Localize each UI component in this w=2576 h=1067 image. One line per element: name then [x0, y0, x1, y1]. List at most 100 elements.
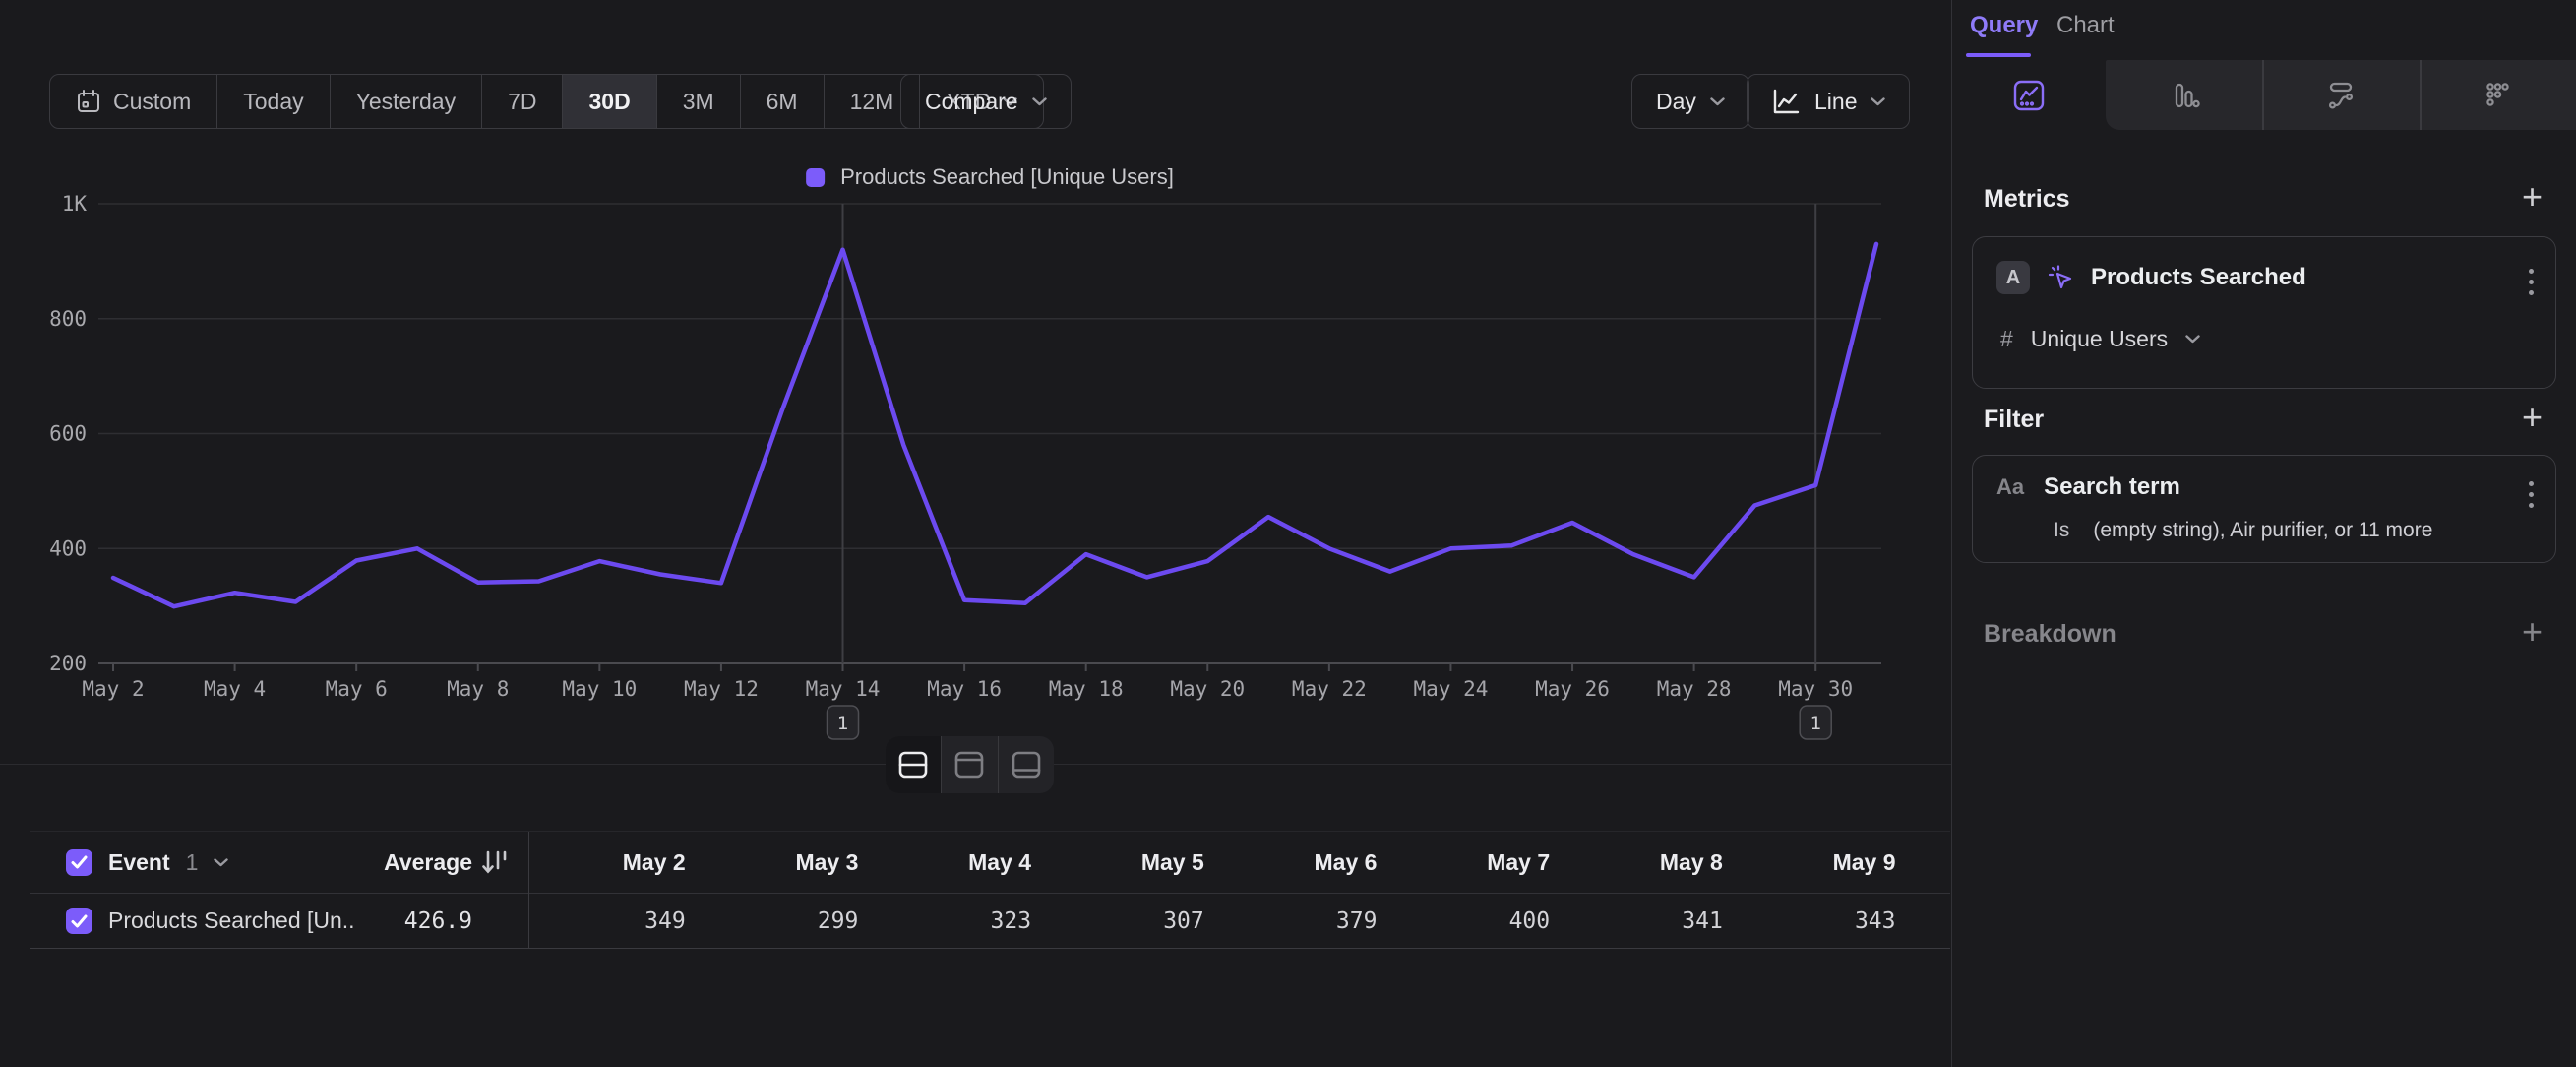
event-cursor-icon: [2046, 263, 2075, 292]
column-header[interactable]: May 4: [874, 849, 1047, 876]
select-all-checkbox[interactable]: [66, 849, 92, 876]
chevron-down-icon: [1032, 97, 1047, 106]
sort-descending-icon: [480, 848, 510, 876]
chevron-down-icon: [2185, 335, 2200, 344]
active-tab-underline: [1966, 53, 2031, 57]
svg-text:May 8: May 8: [447, 677, 509, 701]
column-header[interactable]: May 8: [1565, 849, 1739, 876]
view-tab-retention[interactable]: [2438, 60, 2556, 130]
svg-text:May 24: May 24: [1414, 677, 1489, 701]
flows-icon: [2323, 78, 2359, 113]
date-range-custom[interactable]: Custom: [50, 75, 217, 128]
hash-icon: #: [2000, 326, 2013, 352]
granularity-label: Day: [1656, 89, 1696, 115]
svg-text:1: 1: [1809, 713, 1820, 734]
legend-label: Products Searched [Unique Users]: [840, 164, 1174, 190]
sort-control[interactable]: [472, 848, 528, 876]
svg-text:May 12: May 12: [684, 677, 759, 701]
results-table: Event 1 Average May 2May 3May 4May 5May …: [30, 831, 1950, 949]
layout-split-button[interactable]: [886, 736, 942, 793]
svg-text:1K: 1K: [62, 192, 88, 216]
add-filter-button[interactable]: +: [2522, 400, 2543, 435]
compare-label: Compare: [925, 89, 1018, 115]
main-area: CustomTodayYesterday7D30D3M6M12MXTD Comp…: [0, 0, 1951, 1067]
add-breakdown-button[interactable]: +: [2522, 614, 2543, 650]
date-range-control: CustomTodayYesterday7D30D3M6M12MXTD: [49, 74, 1044, 129]
metrics-heading: Metrics: [1984, 185, 2070, 214]
chevron-down-icon[interactable]: [214, 858, 228, 867]
metric-card[interactable]: A Products Searched # Unique Users: [1972, 236, 2556, 389]
date-range-3m[interactable]: 3M: [657, 75, 741, 128]
svg-text:May 28: May 28: [1657, 677, 1732, 701]
layout-top-panel-icon: [951, 749, 987, 781]
date-range-yesterday[interactable]: Yesterday: [331, 75, 482, 128]
filter-card[interactable]: Aa Search term Is (empty string), Air pu…: [1972, 455, 2556, 563]
breakdown-heading: Breakdown: [1984, 620, 2116, 649]
toolbar: CustomTodayYesterday7D30D3M6M12MXTD Comp…: [0, 74, 1951, 129]
series-line[interactable]: [113, 244, 1876, 606]
table-header-row: Event 1 Average May 2May 3May 4May 5May …: [30, 832, 1950, 894]
layout-bottom-panel-icon: [1009, 749, 1044, 781]
metric-letter-badge: A: [1996, 261, 2030, 294]
table-value-cell: 299: [702, 909, 875, 934]
filter-property-name: Search term: [2044, 473, 2180, 501]
line-chart-icon: [1771, 88, 1801, 115]
svg-text:400: 400: [49, 536, 87, 560]
layout-toggle-group: [886, 736, 1054, 793]
chart-type-button[interactable]: Line: [1747, 74, 1910, 129]
layout-chart-only-button[interactable]: [942, 736, 998, 793]
chart-type-label: Line: [1814, 89, 1857, 115]
column-header[interactable]: May 2: [528, 849, 702, 876]
table-value-cell: 349: [528, 909, 702, 934]
svg-text:May 20: May 20: [1170, 677, 1245, 701]
column-header[interactable]: May 5: [1047, 849, 1220, 876]
row-checkbox[interactable]: [66, 908, 92, 934]
filter-value[interactable]: (empty string), Air purifier, or 11 more: [2093, 519, 2432, 542]
bar-chart-icon: [2167, 78, 2202, 113]
tab-chart[interactable]: Chart: [2056, 12, 2115, 39]
table-data-row[interactable]: Products Searched [Un... 426.9 349299323…: [30, 894, 1950, 949]
svg-text:May 10: May 10: [562, 677, 637, 701]
chevron-down-icon: [1871, 97, 1885, 106]
date-range-30d[interactable]: 30D: [563, 75, 656, 128]
table-value-cell: 307: [1047, 909, 1220, 934]
date-range-6m[interactable]: 6M: [741, 75, 825, 128]
view-tab-insights[interactable]: [1970, 60, 2088, 130]
calendar-icon: [76, 89, 101, 114]
compare-button[interactable]: Compare: [900, 74, 1072, 129]
svg-text:May 2: May 2: [82, 677, 144, 701]
granularity-button[interactable]: Day: [1631, 74, 1749, 129]
average-header[interactable]: Average: [354, 849, 472, 876]
svg-text:May 18: May 18: [1049, 677, 1124, 701]
aggregation-selector[interactable]: # Unique Users: [2000, 326, 2200, 352]
app-window: CustomTodayYesterday7D30D3M6M12MXTD Comp…: [0, 0, 2576, 1067]
metric-menu-button[interactable]: [2529, 269, 2534, 295]
filter-menu-button[interactable]: [2529, 481, 2534, 508]
filter-operator: Is: [2054, 519, 2069, 542]
svg-text:May 22: May 22: [1292, 677, 1367, 701]
date-range-7d[interactable]: 7D: [482, 75, 563, 128]
filter-heading: Filter: [1984, 406, 2044, 434]
layout-table-only-button[interactable]: [999, 736, 1054, 793]
column-header[interactable]: May 7: [1392, 849, 1565, 876]
check-icon: [71, 914, 88, 928]
date-range-today[interactable]: Today: [217, 75, 330, 128]
column-header[interactable]: May 6: [1220, 849, 1393, 876]
layout-split-icon: [895, 749, 931, 781]
tab-query[interactable]: Query: [1970, 12, 2038, 39]
column-header[interactable]: May 9: [1739, 849, 1912, 876]
check-icon: [71, 855, 88, 869]
view-tab-bar[interactable]: [2125, 60, 2243, 130]
table-column-separator: [528, 832, 529, 949]
svg-text:May 6: May 6: [326, 677, 388, 701]
property-type-icon: Aa: [1996, 474, 2024, 500]
view-tab-flows[interactable]: [2282, 60, 2400, 130]
table-value-cell: 343: [1739, 909, 1912, 934]
svg-text:800: 800: [49, 307, 87, 331]
retention-grid-icon: [2480, 78, 2515, 113]
line-chart[interactable]: 2004006008001KMay 2May 4May 6May 8May 10…: [0, 192, 1950, 743]
svg-text:May 26: May 26: [1535, 677, 1610, 701]
column-header[interactable]: May 3: [702, 849, 875, 876]
add-metric-button[interactable]: +: [2522, 179, 2543, 215]
svg-text:May 4: May 4: [204, 677, 266, 701]
